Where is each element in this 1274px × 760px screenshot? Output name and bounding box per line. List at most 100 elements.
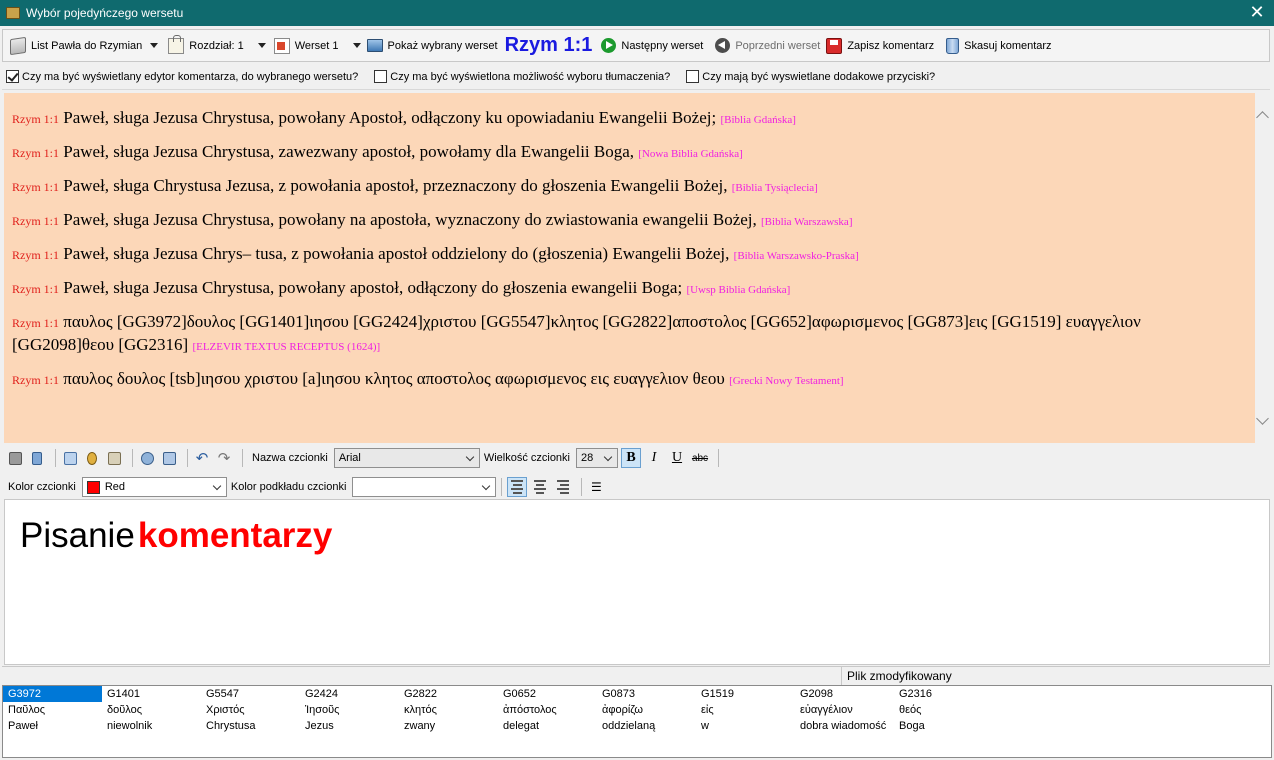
greek-word: δοῦλος xyxy=(107,704,143,716)
next-verse-button[interactable]: Następny werset xyxy=(598,34,706,58)
verse-line: Rzym 1:1 Paweł, sługa Jezusa Chrystusa, … xyxy=(12,277,1247,301)
main-toolbar: List Pawła do Rzymian Rozdział: 1 Werset… xyxy=(2,29,1270,62)
show-verse-button[interactable]: Pokaż wybrany werset xyxy=(364,34,501,58)
strong-code: G1401 xyxy=(107,688,141,700)
save-comment-label: Zapisz komentarz xyxy=(847,39,935,52)
toolbar-divider xyxy=(187,449,188,467)
verse-ref: Rzym 1:1 xyxy=(12,316,59,330)
lexicon-entry[interactable]: G1401 δοῦλος niewolnik xyxy=(102,686,201,757)
current-verse-ref: Rzym 1:1 xyxy=(504,34,593,56)
checkbox-choose-translation[interactable] xyxy=(374,70,388,83)
polish-meaning: Chrystusa xyxy=(206,720,256,732)
verse-text: παυλος [GG3972]δουλος [GG1401]ιησου [GG2… xyxy=(12,312,1141,354)
verse-line: Rzym 1:1 Paweł, sługa Jezusa Chrystusa, … xyxy=(12,141,1247,165)
polish-meaning: zwany xyxy=(404,720,436,732)
option-choose-translation-label: Czy ma być wyświetlona możliwość wyboru … xyxy=(390,70,671,83)
verse-text: παυλος δουλος [tsb]ιησου χριστου [a]ιησο… xyxy=(63,369,725,388)
lexicon-entry[interactable]: G5547 Χριστός Chrystusa xyxy=(201,686,300,757)
polish-meaning: Paweł xyxy=(8,720,38,732)
document-icon xyxy=(273,37,290,54)
lexicon-entry[interactable]: G2424 Ἰησοῦς Jezus xyxy=(300,686,399,757)
underline-button[interactable]: U xyxy=(667,448,687,468)
book-icon xyxy=(10,36,26,55)
chapter-label: Rozdział: 1 xyxy=(189,39,244,52)
verse-ref: Rzym 1:1 xyxy=(12,180,59,194)
verses-panel: Rzym 1:1 Paweł, sługa Jezusa Chrystusa, … xyxy=(4,93,1255,443)
delete-comment-label: Skasuj komentarz xyxy=(964,39,1052,52)
status-modified: Plik zmodyfikowany xyxy=(841,667,1270,685)
verse-ref: Rzym 1:1 xyxy=(12,248,59,262)
book-selector[interactable]: List Pawła do Rzymian xyxy=(7,34,161,58)
bold-button[interactable]: B xyxy=(621,448,641,468)
font-size-select[interactable]: 28 xyxy=(576,448,618,468)
option-extra-buttons[interactable]: Czy mają być wyswietlane dodakowe przyci… xyxy=(686,70,935,83)
align-center-button[interactable] xyxy=(530,477,550,497)
delete-comment-button[interactable]: Skasuj komentarz xyxy=(943,34,1054,58)
redo-icon[interactable]: ↷ xyxy=(215,449,233,467)
lexicon-entry[interactable]: G1519 εἰς w xyxy=(696,686,795,757)
translation-name: [ELZEVIR TEXTUS RECEPTUS (1624)] xyxy=(192,341,381,353)
font-name-select[interactable]: Arial xyxy=(333,448,480,468)
toolbar-divider xyxy=(55,449,56,467)
close-icon[interactable]: ✕ xyxy=(1248,3,1266,21)
checkbox-show-editor[interactable] xyxy=(6,70,19,83)
toolbar-divider xyxy=(242,449,243,467)
strikethrough-button[interactable]: abc xyxy=(690,448,710,468)
font-size-label: Wielkość czcionki xyxy=(483,452,570,464)
clear-icon[interactable] xyxy=(28,449,46,467)
options-bar: Czy ma być wyświetlany edytor komentarza… xyxy=(2,64,1270,90)
chapter-selector[interactable]: Rozdział: 1 xyxy=(165,34,268,58)
verse-ref: Rzym 1:1 xyxy=(12,373,59,387)
lexicon-entry[interactable]: G2316 θεός Boga xyxy=(894,686,993,757)
toolbar-divider xyxy=(581,478,583,496)
clipboard-icon xyxy=(168,34,185,54)
bg-color-select[interactable] xyxy=(352,477,497,497)
comment-editor[interactable]: Pisanie komentarzy xyxy=(4,499,1270,665)
lexicon-entry[interactable]: G3972 Παῦλος Paweł xyxy=(3,686,102,757)
align-right-button[interactable] xyxy=(553,477,573,497)
checkbox-extra-buttons[interactable] xyxy=(686,70,700,83)
find-icon[interactable] xyxy=(138,449,156,467)
lexicon-entry[interactable]: G0652 ἀπόστολος delegat xyxy=(498,686,597,757)
option-choose-translation[interactable]: Czy ma być wyświetlona możliwość wyboru … xyxy=(374,70,670,83)
verse-line: Rzym 1:1 Paweł, sługa Chrystusa Jezusa, … xyxy=(12,175,1247,199)
paste-icon[interactable] xyxy=(105,449,123,467)
font-name-label: Nazwa czcionki xyxy=(252,452,328,464)
translation-name: [Biblia Warszawska] xyxy=(761,216,853,228)
undo-icon[interactable]: ↶ xyxy=(193,449,211,467)
print-icon[interactable] xyxy=(6,449,24,467)
chevron-down-icon xyxy=(465,452,475,462)
align-left-button[interactable] xyxy=(507,477,528,497)
lexicon-entry[interactable]: G0873 ἀφορίζω oddzielaną xyxy=(597,686,696,757)
lexicon-entry[interactable]: G2822 κλητός zwany xyxy=(399,686,498,757)
bg-color-label: Kolor podkładu czcionki xyxy=(230,481,347,493)
chevron-down-icon xyxy=(212,481,222,491)
greek-word: θεός xyxy=(899,704,922,716)
verse-line: Rzym 1:1 παυλος [GG3972]δουλος [GG1401]ι… xyxy=(12,311,1247,358)
italic-button[interactable]: I xyxy=(644,448,664,468)
replace-icon[interactable] xyxy=(160,449,178,467)
verse-selector[interactable]: Werset 1 xyxy=(271,34,364,58)
font-color-select[interactable]: Red xyxy=(81,477,227,497)
numbered-list-icon[interactable]: ☰ xyxy=(587,478,605,496)
font-color-value: Red xyxy=(104,481,126,493)
chevron-down-icon xyxy=(482,481,491,491)
color-swatch xyxy=(86,480,100,494)
verse-line: Rzym 1:1 παυλος δουλος [tsb]ιησου χριστο… xyxy=(12,368,1247,392)
save-comment-button[interactable]: Zapisz komentarz xyxy=(823,34,937,58)
bible-app-icon xyxy=(6,7,20,19)
play-icon xyxy=(601,38,617,53)
scroll-up-icon[interactable] xyxy=(1256,111,1269,124)
verse-line: Rzym 1:1 Paweł, sługa Jezusa Chrystusa, … xyxy=(12,107,1247,131)
option-show-editor[interactable]: Czy ma być wyświetlany edytor komentarza… xyxy=(6,70,358,83)
window-title: Wybór pojedyńczego wersetu xyxy=(26,6,184,20)
monitor-icon xyxy=(366,39,383,52)
greek-word: Ἰησοῦς xyxy=(305,704,340,716)
font-name-value: Arial xyxy=(338,452,361,464)
cut-icon[interactable] xyxy=(83,449,101,467)
lexicon-entry[interactable]: G2098 εὐαγγέλιον dobra wiadomość xyxy=(795,686,894,757)
scroll-down-icon[interactable] xyxy=(1256,412,1269,425)
copy-icon[interactable] xyxy=(61,449,79,467)
verses-scrollbar[interactable] xyxy=(1255,93,1270,443)
prev-verse-button[interactable]: Poprzedni werset xyxy=(712,34,823,58)
